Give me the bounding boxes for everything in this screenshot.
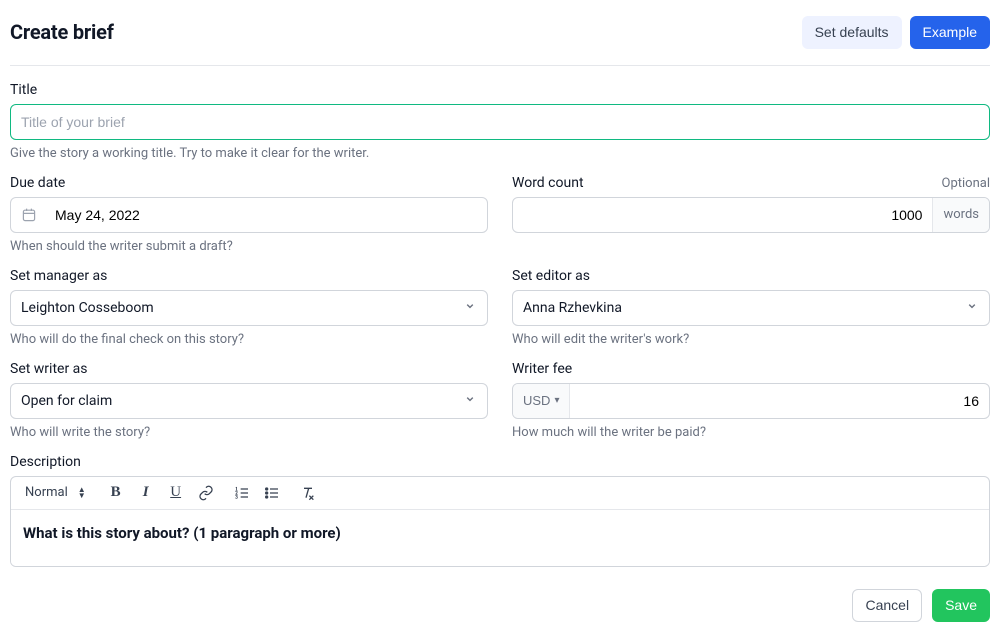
- word-count-optional: Optional: [942, 176, 990, 191]
- editor-body[interactable]: What is this story about? (1 paragraph o…: [11, 510, 989, 566]
- editor-select[interactable]: Anna Rzhevkina: [512, 290, 990, 326]
- word-count-group: Word count Optional words: [512, 175, 990, 254]
- ordered-list-button[interactable]: 123: [232, 483, 252, 503]
- italic-button[interactable]: I: [136, 483, 156, 503]
- writer-group: Set writer as Open for claim Who will wr…: [10, 361, 488, 440]
- writer-select[interactable]: Open for claim: [10, 383, 488, 419]
- save-button[interactable]: Save: [932, 589, 990, 622]
- chevron-down-icon: [463, 299, 477, 317]
- form-grid: Title Give the story a working title. Tr…: [10, 82, 990, 567]
- due-date-input[interactable]: [45, 198, 487, 232]
- calendar-icon: [11, 198, 45, 232]
- title-input[interactable]: [10, 104, 990, 140]
- editor-value: Anna Rzhevkina: [523, 300, 622, 316]
- sort-arrows-icon: ▲▼: [78, 487, 86, 499]
- manager-value: Leighton Cosseboom: [21, 300, 154, 316]
- title-helper: Give the story a working title. Try to m…: [10, 146, 990, 161]
- format-selector[interactable]: Normal ▲▼: [21, 483, 90, 502]
- bullet-list-button[interactable]: [262, 483, 282, 503]
- due-date-input-wrap[interactable]: [10, 197, 488, 233]
- writer-value: Open for claim: [21, 393, 112, 409]
- manager-group: Set manager as Leighton Cosseboom Who wi…: [10, 268, 488, 347]
- format-value: Normal: [25, 485, 68, 500]
- editor-content: What is this story about? (1 paragraph o…: [23, 524, 341, 542]
- writer-label: Set writer as: [10, 361, 488, 377]
- header-actions: Set defaults Example: [802, 16, 990, 49]
- fee-helper: How much will the writer be paid?: [512, 425, 990, 440]
- due-date-label: Due date: [10, 175, 488, 191]
- text-style-group: B I U: [106, 483, 216, 503]
- manager-label: Set manager as: [10, 268, 488, 284]
- fee-input[interactable]: [570, 384, 989, 418]
- word-count-input-wrap: words: [512, 197, 990, 233]
- writer-helper: Who will write the story?: [10, 425, 488, 440]
- fee-input-wrap: USD ▾: [512, 383, 990, 419]
- clear-group: [298, 483, 318, 503]
- currency-value: USD: [523, 393, 550, 408]
- chevron-down-icon: ▾: [554, 395, 559, 406]
- editor-toolbar: Normal ▲▼ B I U 123: [11, 477, 989, 510]
- currency-selector[interactable]: USD ▾: [513, 384, 570, 418]
- title-group: Title Give the story a working title. Tr…: [10, 82, 990, 161]
- cancel-button[interactable]: Cancel: [852, 589, 922, 622]
- word-count-label: Word count: [512, 175, 584, 191]
- page-header: Create brief Set defaults Example: [10, 16, 990, 66]
- due-date-helper: When should the writer submit a draft?: [10, 239, 488, 254]
- fee-label: Writer fee: [512, 361, 990, 377]
- svg-text:3: 3: [235, 495, 238, 500]
- rich-editor: Normal ▲▼ B I U 123: [10, 476, 990, 567]
- title-label: Title: [10, 82, 990, 98]
- manager-select[interactable]: Leighton Cosseboom: [10, 290, 488, 326]
- description-label: Description: [10, 454, 990, 470]
- page-title: Create brief: [10, 20, 114, 44]
- chevron-down-icon: [965, 299, 979, 317]
- word-count-input[interactable]: [513, 198, 932, 232]
- example-button[interactable]: Example: [910, 16, 990, 49]
- word-count-helper: [512, 239, 990, 254]
- set-defaults-button[interactable]: Set defaults: [802, 16, 902, 49]
- underline-button[interactable]: U: [166, 483, 186, 503]
- editor-label: Set editor as: [512, 268, 990, 284]
- list-group: 123: [232, 483, 282, 503]
- bold-button[interactable]: B: [106, 483, 126, 503]
- link-button[interactable]: [196, 483, 216, 503]
- editor-group: Set editor as Anna Rzhevkina Who will ed…: [512, 268, 990, 347]
- fee-group: Writer fee USD ▾ How much will the write…: [512, 361, 990, 440]
- editor-helper: Who will edit the writer's work?: [512, 332, 990, 347]
- form-footer: Cancel Save: [10, 567, 990, 622]
- manager-helper: Who will do the final check on this stor…: [10, 332, 488, 347]
- due-date-group: Due date When should the writer submit a…: [10, 175, 488, 254]
- clear-format-button[interactable]: [298, 483, 318, 503]
- chevron-down-icon: [463, 392, 477, 410]
- word-count-unit: words: [932, 198, 989, 232]
- description-group: Description Normal ▲▼ B I U 123: [10, 454, 990, 567]
